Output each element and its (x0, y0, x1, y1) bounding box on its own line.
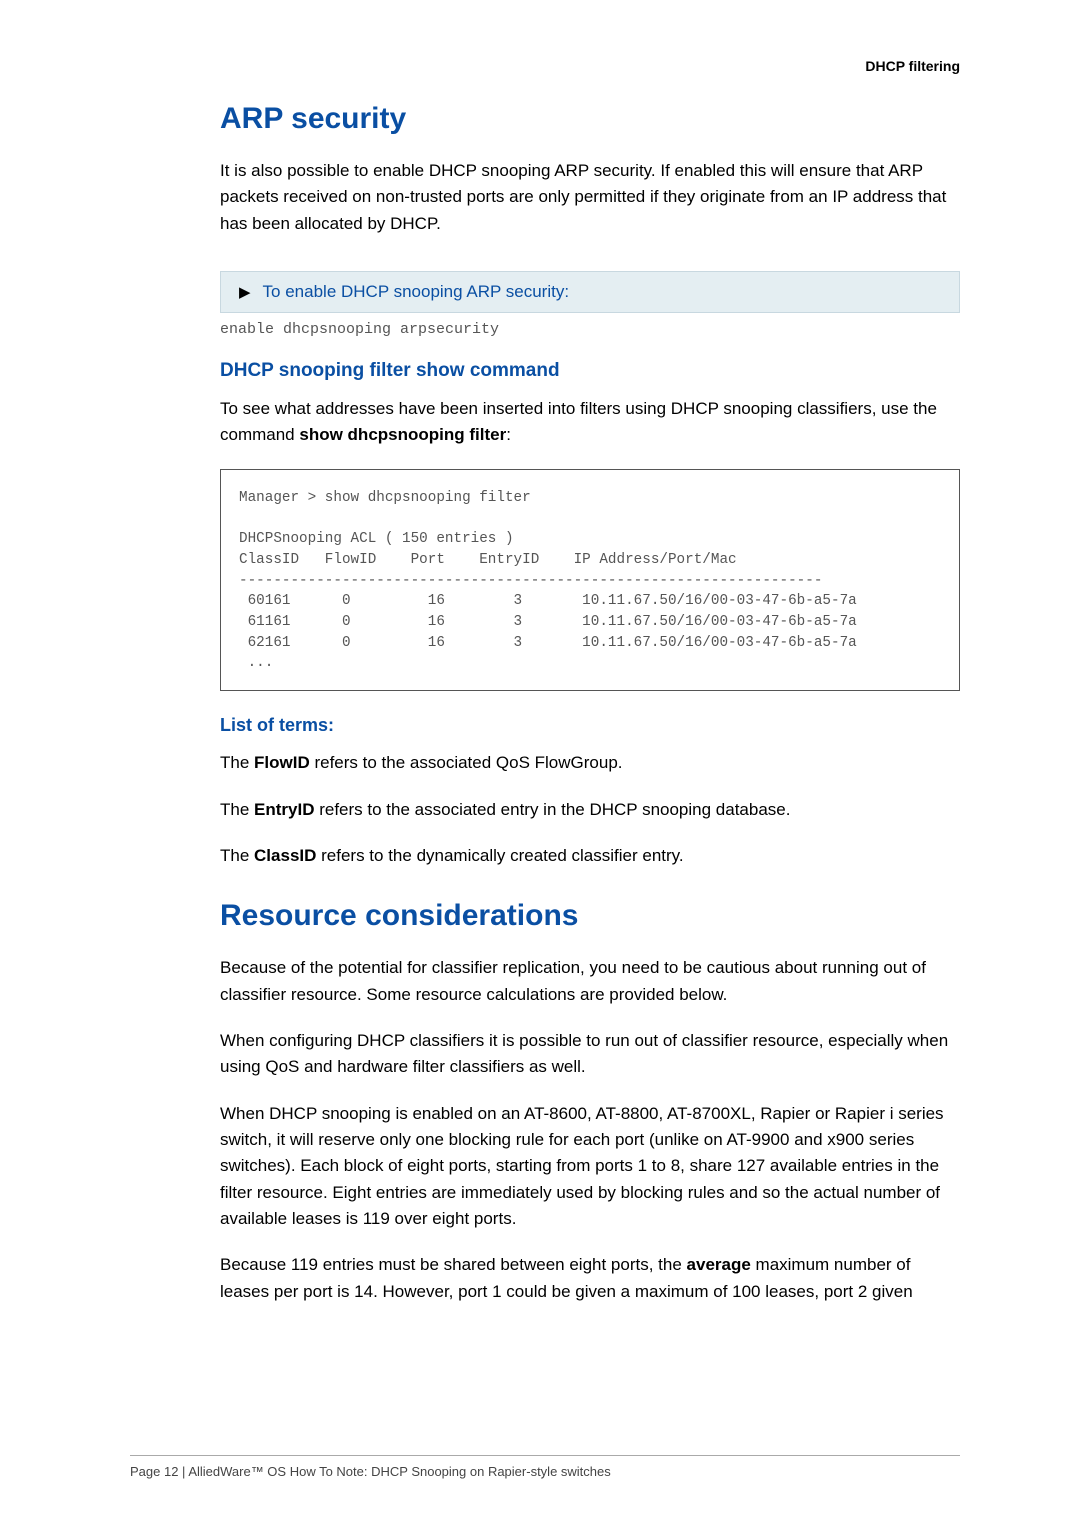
text-fragment: refers to the dynamically created classi… (316, 846, 683, 865)
text-fragment: : (506, 425, 511, 444)
paragraph-resource-3: When DHCP snooping is enabled on an AT-8… (220, 1101, 960, 1233)
command-name: show dhcpsnooping filter (299, 425, 506, 444)
text-fragment: refers to the associated QoS FlowGroup. (310, 753, 623, 772)
text-fragment: The (220, 753, 254, 772)
term-name: ClassID (254, 846, 316, 865)
triangle-right-icon: ▶ (239, 283, 251, 301)
text-fragment: The (220, 846, 254, 865)
paragraph-resource-1: Because of the potential for classifier … (220, 955, 960, 1008)
callout-enable-arp: ▶ To enable DHCP snooping ARP security: (220, 271, 960, 313)
paragraph-filter-show: To see what addresses have been inserted… (220, 396, 960, 449)
paragraph-arp-intro: It is also possible to enable DHCP snoop… (220, 158, 960, 237)
page-footer: Page 12 | AlliedWare™ OS How To Note: DH… (130, 1455, 960, 1479)
callout-text: To enable DHCP snooping ARP security: (263, 282, 570, 302)
text-fragment: The (220, 800, 254, 819)
heading-arp-security: ARP security (220, 102, 960, 136)
heading-resource-considerations: Resource considerations (220, 899, 960, 933)
term-name: FlowID (254, 753, 310, 772)
paragraph-resource-2: When configuring DHCP classifiers it is … (220, 1028, 960, 1081)
term-name: EntryID (254, 800, 314, 819)
text-fragment: refers to the associated entry in the DH… (315, 800, 791, 819)
code-enable-arpsecurity: enable dhcpsnooping arpsecurity (220, 321, 960, 338)
text-fragment: Because 119 entries must be shared betwe… (220, 1255, 687, 1274)
header-section-label: DHCP filtering (865, 58, 960, 74)
heading-list-of-terms: List of terms: (220, 715, 960, 736)
paragraph-resource-4: Because 119 entries must be shared betwe… (220, 1252, 960, 1305)
term-flowid: The FlowID refers to the associated QoS … (220, 750, 960, 776)
code-output-box: Manager > show dhcpsnooping filter DHCPS… (220, 469, 960, 691)
term-entryid: The EntryID refers to the associated ent… (220, 797, 960, 823)
emphasis-average: average (687, 1255, 751, 1274)
term-classid: The ClassID refers to the dynamically cr… (220, 843, 960, 869)
heading-filter-show: DHCP snooping filter show command (220, 360, 960, 382)
